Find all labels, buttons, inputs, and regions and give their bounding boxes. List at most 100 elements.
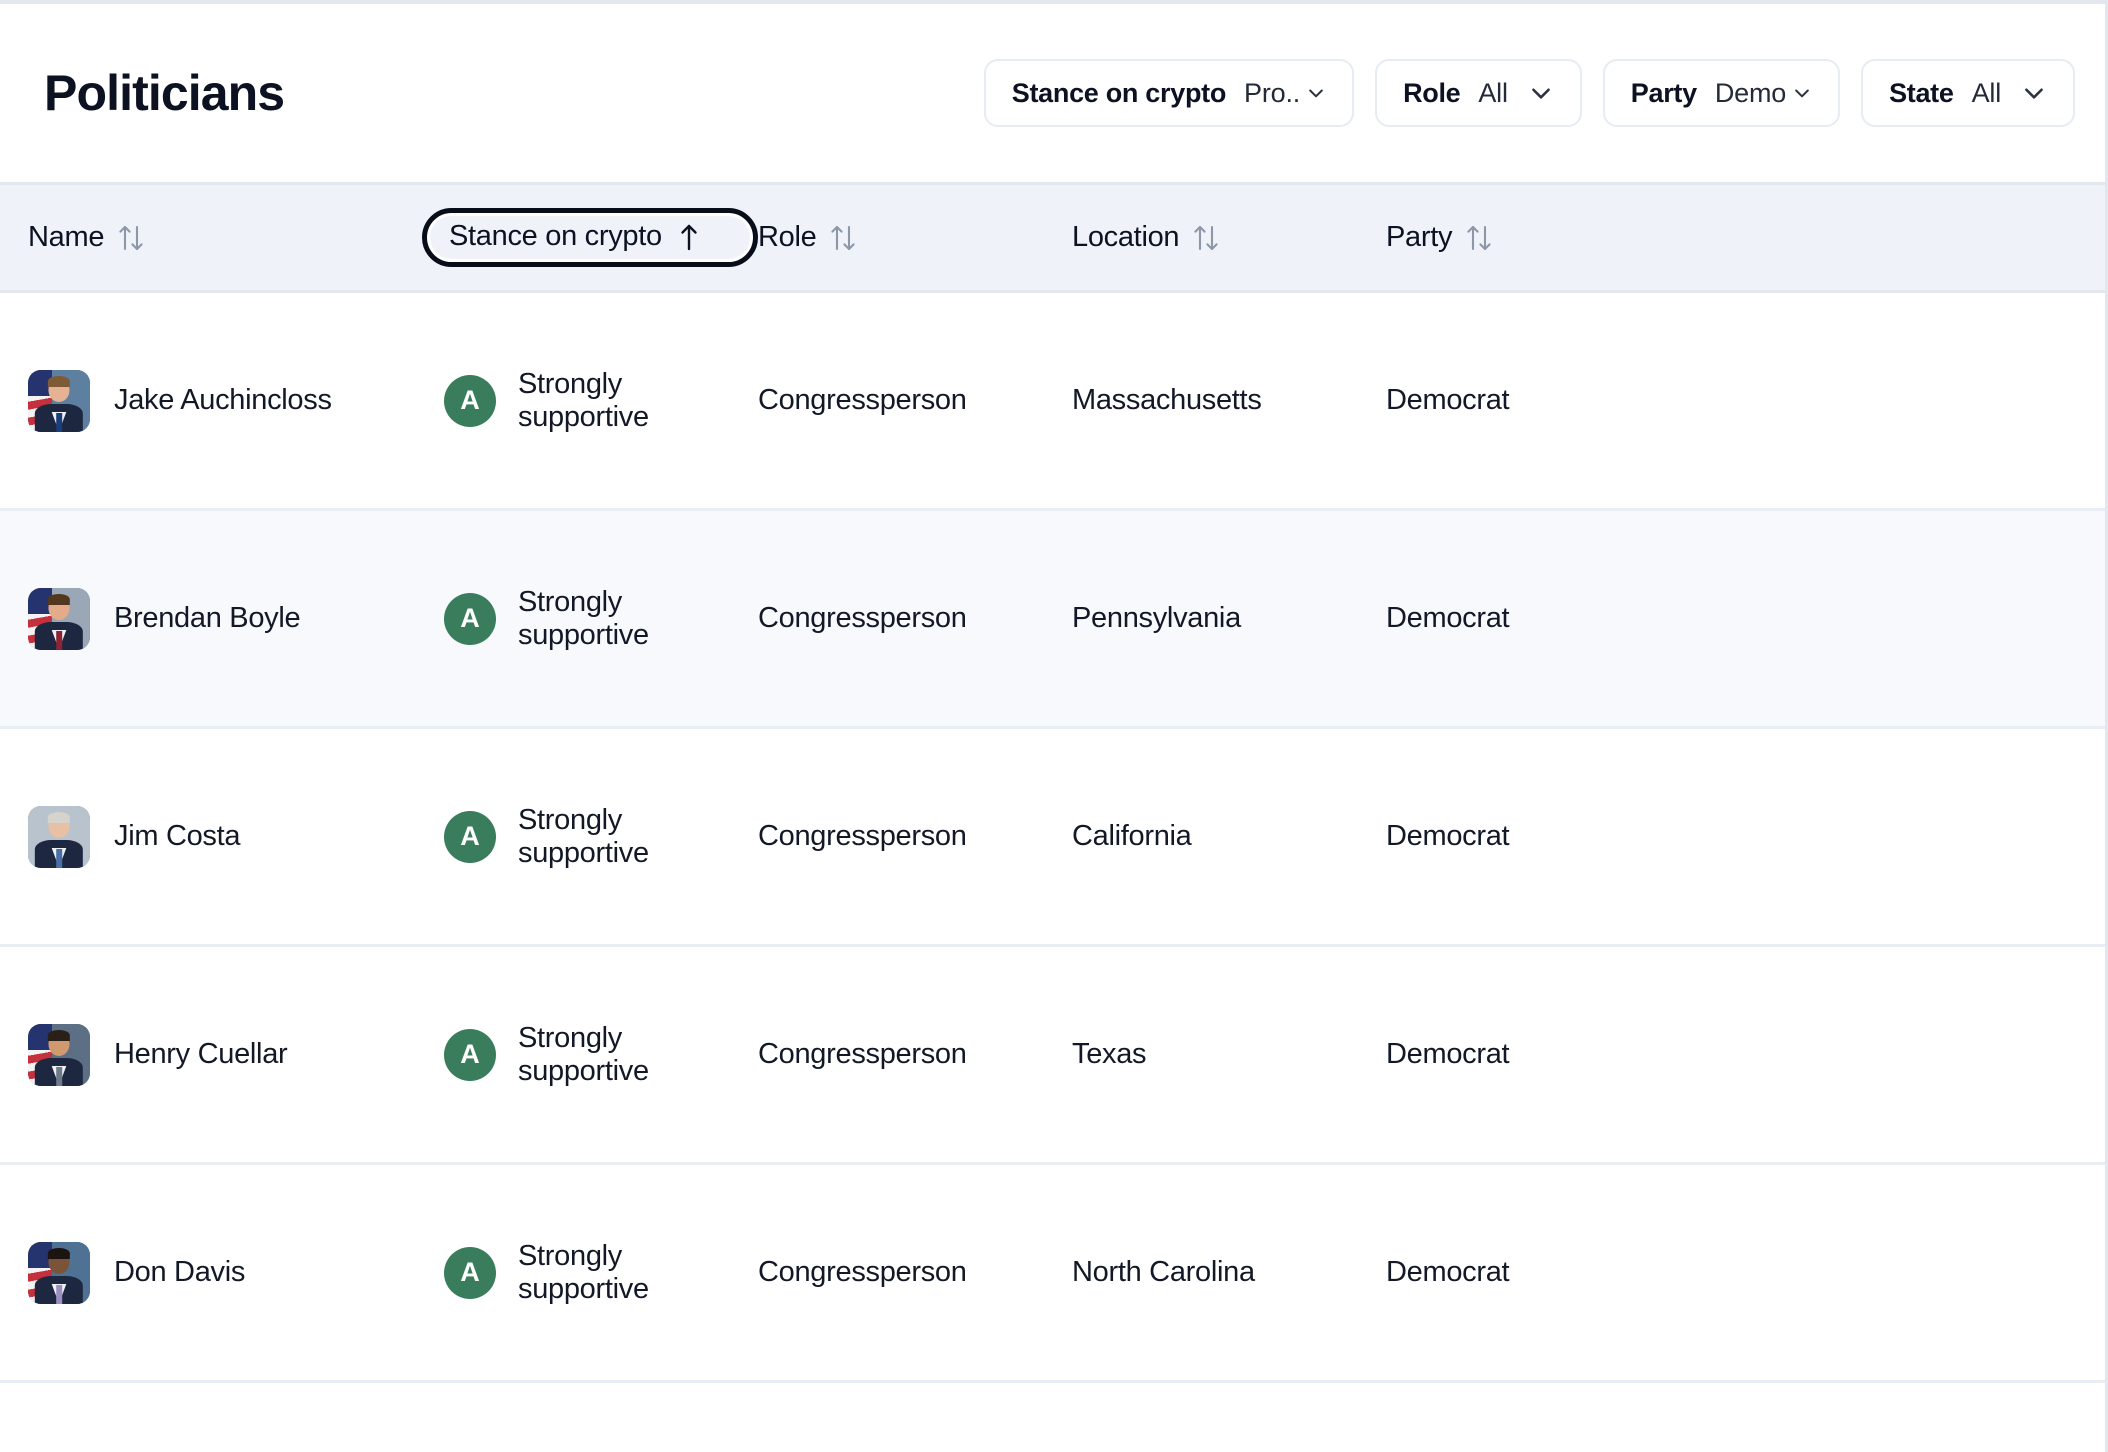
cell-party: Democrat	[1386, 384, 1686, 417]
stance-grade-badge: A	[444, 374, 496, 427]
page-header: Politicians Stance on crypto Pro.. Role All…	[0, 4, 2105, 182]
filter-value-group: All	[1478, 78, 1553, 109]
cell-party: Democrat	[1386, 820, 1686, 853]
filter-label: Party	[1630, 77, 1697, 108]
cell-location: North Carolina	[1072, 1256, 1386, 1289]
cell-role: Congressperson	[758, 820, 1072, 853]
page-title: Politicians	[44, 65, 285, 121]
politicians-table: Name Stance on crypto Role Location Party Ja…	[0, 182, 2105, 1452]
role-value: Congressperson	[758, 602, 967, 634]
column-label: Stance on crypto	[449, 220, 662, 252]
filter-stance-on-crypto[interactable]: Stance on crypto Pro..	[983, 59, 1355, 127]
filter-party[interactable]: Party Demo	[1602, 59, 1841, 127]
cell-stance: A Strongly supportive	[444, 1240, 758, 1306]
chevron-down-icon	[1792, 83, 1812, 103]
avatar	[28, 1023, 90, 1086]
stance-grade-badge: A	[444, 810, 496, 863]
cell-name: Brendan Boyle	[0, 587, 444, 650]
table-row[interactable]: Shomari FiguresAStrongly supportivePolit…	[0, 1383, 2105, 1452]
table-header-cell-party: Party	[1386, 221, 1686, 254]
sort-up-icon	[676, 221, 702, 253]
table-header-cell-role: Role	[758, 221, 1072, 254]
filter-value: All	[1478, 77, 1508, 108]
location-value: Texas	[1072, 1038, 1147, 1070]
table-header-cell-name: Name	[0, 221, 444, 254]
column-sort-name[interactable]: Name	[28, 221, 444, 254]
sort-updown-icon	[1193, 223, 1219, 253]
location-value: Massachusetts	[1072, 384, 1262, 416]
avatar	[28, 1241, 90, 1304]
column-sort-role[interactable]: Role	[758, 221, 1072, 254]
politicians-page: Politicians Stance on crypto Pro.. Role All…	[0, 0, 2108, 1452]
stance-grade-badge: A	[444, 592, 496, 645]
stance-grade-badge: A	[444, 1246, 496, 1299]
location-value: North Carolina	[1072, 1256, 1255, 1288]
column-label: Party	[1386, 221, 1453, 253]
filter-label: State	[1889, 77, 1954, 108]
sort-updown-icon	[830, 223, 856, 253]
location-value: Pennsylvania	[1072, 602, 1241, 634]
column-label: Name	[28, 221, 105, 253]
cell-party: Democrat	[1386, 1038, 1686, 1071]
filter-state[interactable]: State All	[1861, 59, 2075, 127]
cell-name: Jake Auchincloss	[0, 369, 444, 432]
cell-name: Don Davis	[0, 1241, 444, 1304]
table-row[interactable]: Brendan Boyle A Strongly supportive Congres…	[0, 511, 2105, 729]
politician-name: Jake Auchincloss	[114, 384, 332, 416]
table-header-cell-location: Location	[1072, 221, 1386, 254]
table-row[interactable]: Jim Costa A Strongly supportive Congressper…	[0, 729, 2105, 947]
cell-location: California	[1072, 820, 1386, 853]
party-value: Democrat	[1386, 602, 1510, 634]
avatar	[28, 369, 90, 432]
column-sort-stance[interactable]: Stance on crypto	[422, 208, 758, 267]
stance-grade-badge: A	[444, 1028, 496, 1081]
role-value: Congressperson	[758, 1256, 967, 1288]
table-header-row: Name Stance on crypto Role Location Party	[0, 185, 2105, 293]
table-body: Jake Auchincloss A Strongly supportive Cong…	[0, 293, 2105, 1452]
cell-stance: A Strongly supportive	[444, 804, 758, 870]
party-value: Democrat	[1386, 820, 1510, 852]
filter-value: Pro..	[1244, 77, 1301, 108]
chevron-down-icon	[1528, 80, 1554, 106]
politician-name: Henry Cuellar	[114, 1038, 288, 1070]
location-value: California	[1072, 820, 1192, 852]
table-row[interactable]: Don Davis A Strongly supportive Congressper…	[0, 1165, 2105, 1383]
cell-role: Congressperson	[758, 1256, 1072, 1289]
party-value: Democrat	[1386, 1256, 1510, 1288]
table-header-cell-stance: Stance on crypto	[422, 208, 758, 267]
filter-label: Role	[1403, 77, 1461, 108]
filter-role[interactable]: Role All	[1375, 59, 1582, 127]
filter-value: Demo	[1714, 77, 1787, 108]
cell-stance: A Strongly supportive	[444, 1022, 758, 1088]
stance-label: Strongly supportive	[518, 585, 649, 651]
chevron-down-icon	[2021, 80, 2047, 106]
role-value: Congressperson	[758, 384, 967, 416]
stance-label: Strongly supportive	[518, 1239, 649, 1305]
column-sort-location[interactable]: Location	[1072, 221, 1386, 254]
cell-party: Democrat	[1386, 1256, 1686, 1289]
avatar	[28, 587, 90, 650]
stance-label: Strongly supportive	[518, 1021, 649, 1087]
sort-updown-icon	[118, 223, 144, 253]
table-row[interactable]: Jake Auchincloss A Strongly supportive Cong…	[0, 293, 2105, 511]
sort-updown-icon	[1466, 223, 1492, 253]
filter-value: All	[1971, 77, 2002, 108]
politician-name: Jim Costa	[114, 820, 241, 852]
cell-location: Texas	[1072, 1038, 1386, 1071]
cell-location: Pennsylvania	[1072, 602, 1386, 635]
cell-stance: A Strongly supportive	[444, 368, 758, 434]
avatar	[28, 805, 90, 868]
cell-role: Congressperson	[758, 1038, 1072, 1071]
cell-role: Congressperson	[758, 602, 1072, 635]
cell-role: Congressperson	[758, 384, 1072, 417]
role-value: Congressperson	[758, 820, 967, 852]
filter-value-group: All	[1972, 78, 2047, 109]
filter-value-group: Demo	[1715, 78, 1812, 109]
party-value: Democrat	[1386, 384, 1510, 416]
column-label: Role	[758, 221, 817, 253]
filter-bar: Stance on crypto Pro.. Role All Party Demo Sta…	[983, 59, 2075, 127]
politician-name: Brendan Boyle	[114, 602, 301, 634]
column-sort-party[interactable]: Party	[1386, 221, 1686, 254]
table-row[interactable]: Henry Cuellar A Strongly supportive Congres…	[0, 947, 2105, 1165]
filter-label: Stance on crypto	[1011, 77, 1227, 108]
